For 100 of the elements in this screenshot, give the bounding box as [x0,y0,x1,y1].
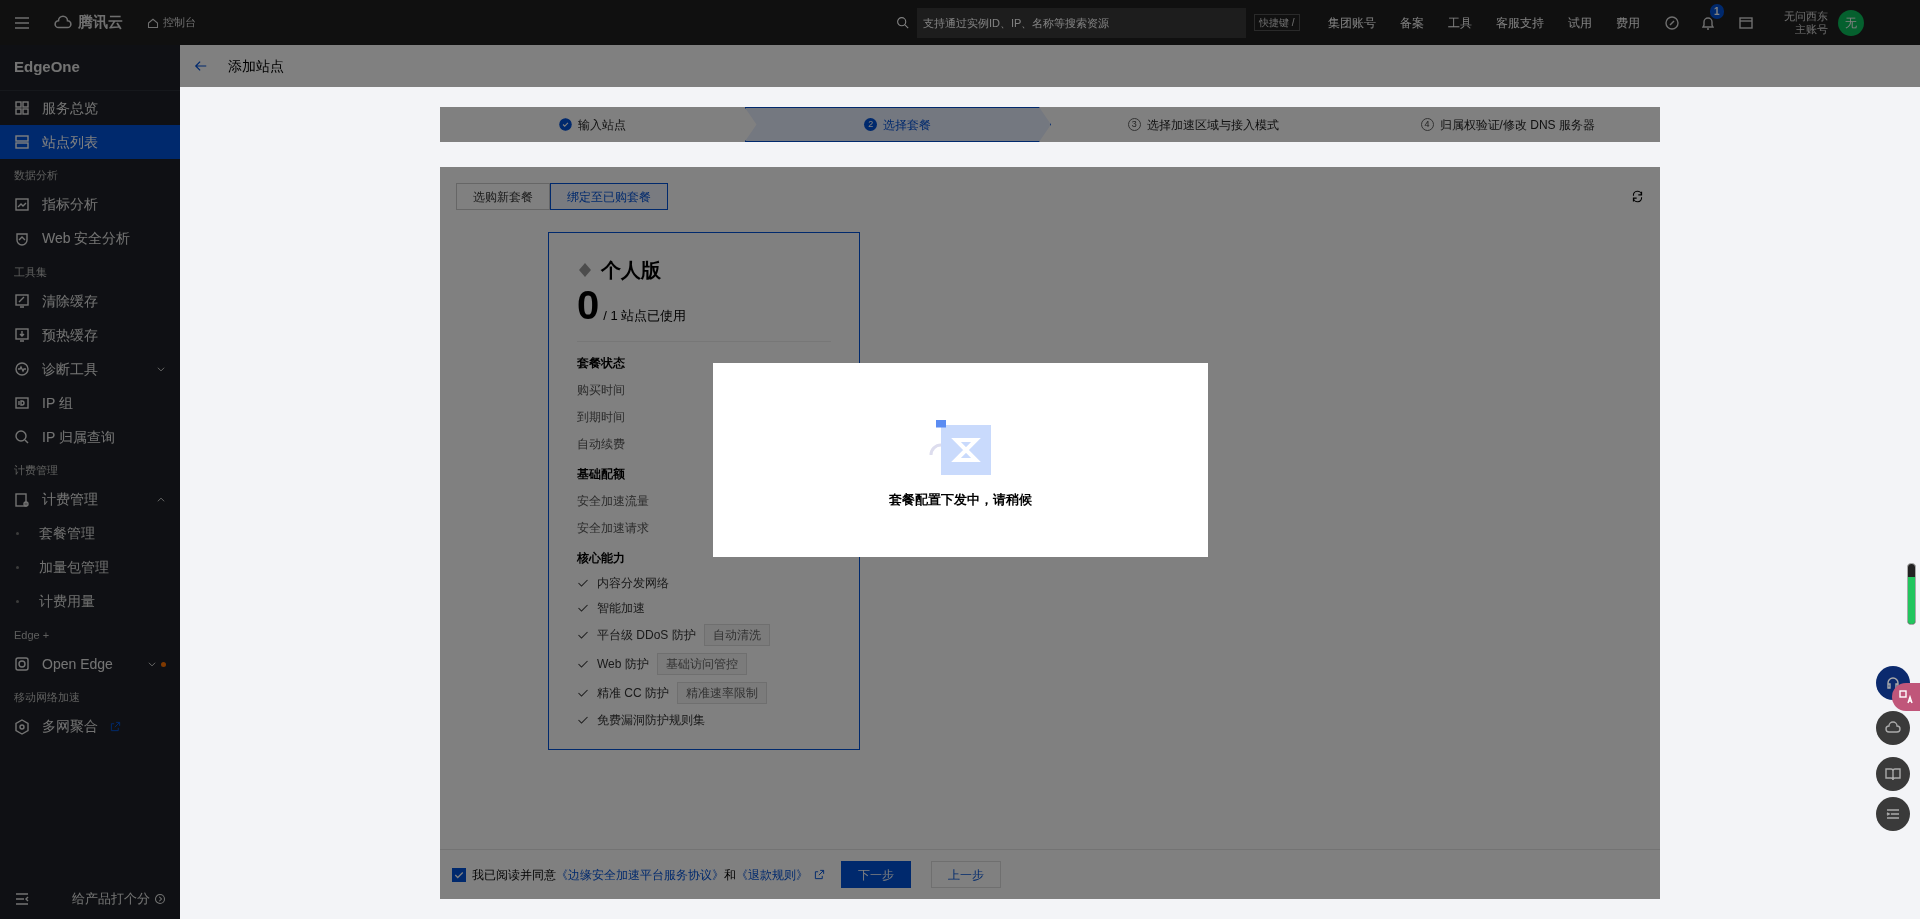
external-link-icon [110,721,121,732]
sidebar-item[interactable]: IP 归属查询 [0,420,180,454]
search-field[interactable]: 支持通过实例ID、IP、名称等搜索资源 [917,7,1246,38]
search-icon [896,16,909,29]
sidebar-item[interactable]: 站点列表 [0,125,180,159]
check-icon [454,869,464,880]
home-icon [147,16,159,29]
menu-item-icon [14,718,30,735]
window-icon[interactable] [1737,14,1754,31]
sidebar-subitem[interactable]: 套餐管理 [0,516,180,551]
account-role: 主账号 [1794,22,1828,35]
previous-button[interactable]: 上一步 [931,861,1001,888]
check-icon [577,714,589,726]
check-circle-icon [558,118,572,131]
check-icon [577,602,589,614]
field-label: 安全加速请求 [577,520,650,537]
nav-link[interactable]: 费用 [1603,13,1652,32]
check-icon [577,629,589,641]
feature-tag: 基础访问管控 [656,653,747,675]
sidebar-subitem[interactable]: 加量包管理 [0,550,180,585]
sidebar-item[interactable]: 指标分析 [0,187,180,222]
wizard-step[interactable]: 3 选择加速区域与接入模式 [1051,107,1356,142]
wizard-step[interactable]: 4 归属权验证/修改 DNS 服务器 [1355,107,1660,142]
nav-link[interactable]: 备案 [1387,13,1436,32]
user-name[interactable]: 无问西东 [1783,10,1828,23]
collapse-menu-icon[interactable] [14,891,30,907]
agreement-link[interactable]: 《边缘安全加速平台服务协议》 [556,867,724,882]
sidebar-item[interactable]: IP 组 [0,386,180,420]
sidebar-item[interactable]: Web 安全分析 [0,221,180,256]
agreement-link[interactable]: 《退款规则》 [736,867,808,882]
menu-item-icon [14,327,30,343]
translate-icon[interactable] [1898,689,1914,705]
sidebar-item[interactable]: 多网聚合 [0,709,180,744]
notification-badge: 1 [1710,3,1724,19]
feature-tag: 自动清洗 [703,624,770,646]
section-title: 套餐状态 [577,355,626,372]
check-icon [577,577,589,589]
plan-name: 个人版 [601,258,661,283]
nav-link[interactable]: 集团账号 [1315,13,1388,32]
menu-item-icon [14,395,30,411]
bell-icon[interactable] [1699,15,1716,32]
sidebar-subitem[interactable]: 计费用量 [0,584,180,619]
nav-link[interactable]: 工具 [1435,13,1484,32]
feature-label: 平台级 DDoS 防护 [597,627,696,644]
list-icon[interactable] [1885,806,1901,822]
field-label: 到期时间 [577,409,626,426]
wizard-step[interactable]: 输入站点 [440,107,745,142]
menu-group-title: 数据分析 [13,168,59,183]
check-icon [577,687,589,699]
refresh-icon[interactable] [1631,190,1644,203]
book-icon[interactable] [1885,766,1901,782]
compass-icon[interactable] [1663,14,1680,31]
menu-icon[interactable] [14,14,30,31]
menu-group-title: 工具集 [13,264,48,280]
menu-group-title: Edge + [13,627,51,643]
chevron-icon [156,364,166,374]
loading-message: 套餐配置下发中，请稍候 [889,491,1032,510]
menu-item-icon [14,196,30,213]
feature-label: 内容分发网络 [597,575,669,592]
menu-item-icon [14,656,30,672]
menu-item-icon [14,429,30,445]
menu-item-icon [14,100,30,116]
feature-label: 免费漏洞防护规则集 [597,712,705,729]
feedback-link[interactable]: 给产品打个分 [72,889,150,909]
headset-icon[interactable] [1885,675,1901,691]
field-label: 安全加速流量 [577,493,650,510]
menu-item-icon [14,230,30,247]
back-arrow-icon[interactable] [194,59,208,73]
diamond-icon [577,262,593,278]
sidebar-item[interactable]: 诊断工具 [0,352,180,386]
cloud-icon[interactable] [1885,720,1901,736]
sidebar-item[interactable]: 清除缓存 [0,284,180,318]
sidebar-item[interactable]: 计费管理 [0,482,180,517]
section-title: 核心能力 [577,550,626,567]
menu-group-title: 计费管理 [13,463,59,478]
shortcut-hint: 快捷键 / [1254,14,1300,31]
agree-checkbox[interactable] [452,867,466,882]
wizard-step[interactable]: 2 选择套餐 [744,107,1051,142]
nav-link[interactable]: 客服支持 [1483,13,1556,32]
feature-label: Web 防护 [597,656,649,673]
sidebar-item[interactable]: 服务总览 [0,91,180,125]
check-icon [577,658,589,670]
feature-tag: 精准速率限制 [677,682,767,704]
nav-link[interactable]: 试用 [1555,13,1604,32]
sidebar-item[interactable]: Open Edge [0,647,180,681]
agreement-text: 我已阅读并同意《边缘安全加速平台服务协议》和《退款规则》 [472,866,808,884]
used-count: 0 [577,285,600,325]
sidebar-item[interactable]: 预热缓存 [0,318,180,352]
field-label: 自动续费 [577,436,626,453]
menu-item-icon [14,293,30,309]
menu-item-icon [14,491,30,508]
menu-item-icon [14,134,30,150]
console-link[interactable]: 控制台 [163,14,196,31]
external-link-icon[interactable] [814,869,825,880]
menu-group-title: 移动网络加速 [13,690,81,705]
plan-tab[interactable]: 选购新套餐 [456,183,550,210]
next-button[interactable]: 下一步 [841,861,911,888]
field-label: 购买时间 [577,382,626,399]
plan-tab[interactable]: 绑定至已购套餐 [550,183,668,210]
notice-dot [161,661,166,667]
